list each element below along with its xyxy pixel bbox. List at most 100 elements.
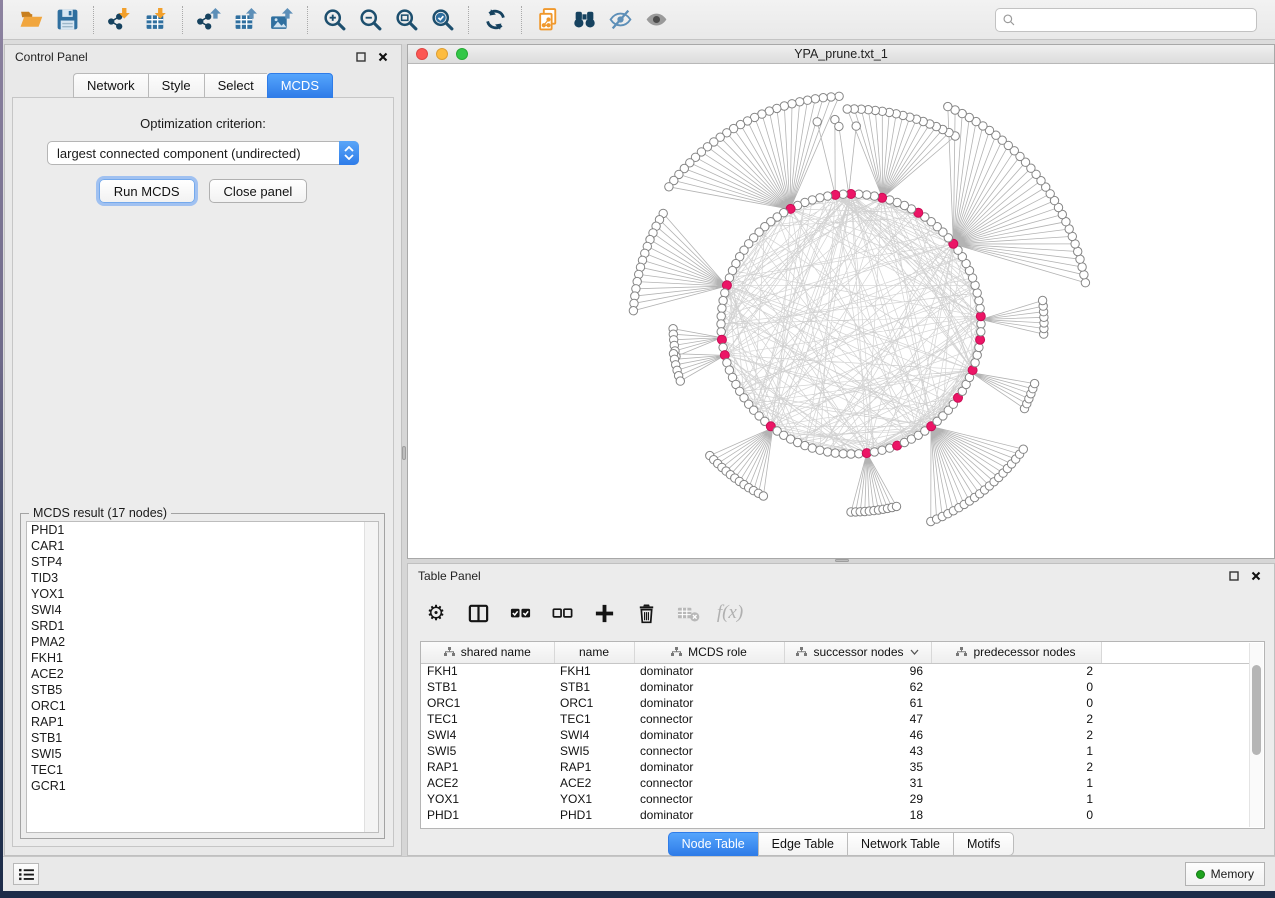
table-row[interactable]: PHD1PHD1dominator180 — [421, 807, 1251, 823]
table-row[interactable]: YOX1YOX1connector291 — [421, 791, 1251, 807]
table-row[interactable]: SWI5SWI5connector431 — [421, 743, 1251, 759]
table-cell[interactable]: 2 — [931, 759, 1101, 775]
table-cell[interactable]: 35 — [784, 759, 931, 775]
close-panel-button[interactable]: Close panel — [209, 179, 308, 203]
table-cell[interactable]: YOX1 — [554, 791, 634, 807]
result-node-item[interactable]: CAR1 — [27, 538, 378, 554]
column-header-predecessor-nodes[interactable]: predecessor nodes — [931, 642, 1101, 663]
table-cell[interactable]: FKH1 — [554, 663, 634, 679]
table-cell[interactable]: STB1 — [554, 679, 634, 695]
tab-node-table[interactable]: Node Table — [668, 832, 758, 856]
result-node-item[interactable]: SRD1 — [27, 618, 378, 634]
table-cell[interactable]: dominator — [634, 695, 784, 711]
table-cell[interactable]: ORC1 — [421, 695, 554, 711]
tab-network[interactable]: Network — [73, 73, 148, 98]
open-session-button[interactable] — [13, 4, 49, 36]
table-cell[interactable]: 0 — [931, 679, 1101, 695]
export-table-button[interactable] — [227, 4, 263, 36]
table-cell[interactable]: TEC1 — [554, 711, 634, 727]
zoom-in-button[interactable] — [316, 4, 352, 36]
table-row[interactable]: STB1STB1dominator620 — [421, 679, 1251, 695]
column-header-successor-nodes[interactable]: successor nodes — [784, 642, 931, 663]
table-cell[interactable]: 18 — [784, 807, 931, 823]
table-cell[interactable]: RAP1 — [554, 759, 634, 775]
table-cell[interactable]: 2 — [931, 663, 1101, 679]
run-mcds-button[interactable]: Run MCDS — [99, 179, 195, 203]
table-row[interactable]: RAP1RAP1dominator352 — [421, 759, 1251, 775]
table-cell[interactable]: connector — [634, 711, 784, 727]
table-row[interactable]: SWI4SWI4dominator462 — [421, 727, 1251, 743]
result-list-scrollbar[interactable] — [364, 522, 378, 832]
table-cell[interactable]: ORC1 — [554, 695, 634, 711]
table-cell[interactable]: 43 — [784, 743, 931, 759]
result-node-item[interactable]: TEC1 — [27, 762, 378, 778]
table-cell[interactable]: YOX1 — [421, 791, 554, 807]
table-cell[interactable]: 0 — [931, 807, 1101, 823]
table-cell[interactable]: RAP1 — [421, 759, 554, 775]
network-graph[interactable] — [408, 64, 1274, 558]
result-node-item[interactable]: RAP1 — [27, 714, 378, 730]
tab-network-table[interactable]: Network Table — [847, 832, 953, 856]
result-node-item[interactable]: FKH1 — [27, 650, 378, 666]
column-header-MCDS-role[interactable]: MCDS role — [634, 642, 784, 663]
table-cell[interactable]: TEC1 — [421, 711, 554, 727]
apply-layout-button[interactable] — [477, 4, 513, 36]
new-network-from-selection-button[interactable] — [530, 4, 566, 36]
table-cell[interactable]: 0 — [931, 695, 1101, 711]
table-mode-button[interactable]: ⚙ — [420, 596, 452, 630]
tab-mcds[interactable]: MCDS — [267, 73, 333, 98]
deselect-all-button[interactable] — [546, 596, 578, 630]
result-node-item[interactable]: YOX1 — [27, 586, 378, 602]
table-cell[interactable]: 61 — [784, 695, 931, 711]
zoom-selected-button[interactable] — [424, 4, 460, 36]
tab-motifs[interactable]: Motifs — [953, 832, 1014, 856]
table-cell[interactable]: ACE2 — [554, 775, 634, 791]
search-box[interactable] — [995, 8, 1257, 32]
tab-edge-table[interactable]: Edge Table — [758, 832, 847, 856]
export-image-button[interactable] — [263, 4, 299, 36]
table-cell[interactable]: SWI5 — [554, 743, 634, 759]
result-node-item[interactable]: GCR1 — [27, 778, 378, 794]
show-columns-button[interactable] — [462, 596, 494, 630]
table-cell[interactable]: dominator — [634, 679, 784, 695]
zoom-fit-button[interactable] — [388, 4, 424, 36]
table-cell[interactable]: 47 — [784, 711, 931, 727]
table-cell[interactable]: 29 — [784, 791, 931, 807]
create-column-button[interactable] — [588, 596, 620, 630]
result-node-item[interactable]: SWI5 — [27, 746, 378, 762]
show-all-button[interactable] — [638, 4, 674, 36]
table-cell[interactable]: ACE2 — [421, 775, 554, 791]
table-cell[interactable]: dominator — [634, 759, 784, 775]
table-cell[interactable]: 1 — [931, 743, 1101, 759]
float-table-panel-icon[interactable] — [1226, 568, 1242, 584]
result-node-item[interactable]: ACE2 — [27, 666, 378, 682]
table-row[interactable]: TEC1TEC1connector472 — [421, 711, 1251, 727]
table-cell[interactable]: SWI5 — [421, 743, 554, 759]
table-cell[interactable]: connector — [634, 791, 784, 807]
task-history-button[interactable] — [13, 863, 39, 885]
result-node-item[interactable]: STB1 — [27, 730, 378, 746]
table-row[interactable]: FKH1FKH1dominator962 — [421, 663, 1251, 679]
table-cell[interactable]: connector — [634, 775, 784, 791]
result-node-item[interactable]: SWI4 — [27, 602, 378, 618]
table-cell[interactable]: connector — [634, 743, 784, 759]
table-row[interactable]: ACE2ACE2connector311 — [421, 775, 1251, 791]
table-cell[interactable]: 96 — [784, 663, 931, 679]
table-cell[interactable]: 46 — [784, 727, 931, 743]
table-cell[interactable]: 2 — [931, 727, 1101, 743]
table-scrollbar[interactable] — [1249, 643, 1263, 827]
table-cell[interactable]: dominator — [634, 807, 784, 823]
tab-style[interactable]: Style — [148, 73, 204, 98]
column-header-name[interactable]: name — [554, 642, 634, 663]
close-panel-icon[interactable] — [375, 49, 391, 65]
export-network-button[interactable] — [191, 4, 227, 36]
column-header-shared-name[interactable]: shared name — [421, 642, 554, 663]
import-table-button[interactable] — [138, 4, 174, 36]
table-cell[interactable]: dominator — [634, 663, 784, 679]
optimization-select[interactable]: largest connected component (undirected) — [47, 141, 359, 165]
table-cell[interactable]: 1 — [931, 775, 1101, 791]
table-cell[interactable]: STB1 — [421, 679, 554, 695]
result-node-item[interactable]: PMA2 — [27, 634, 378, 650]
tab-select[interactable]: Select — [204, 73, 267, 98]
first-neighbors-button[interactable] — [566, 4, 602, 36]
